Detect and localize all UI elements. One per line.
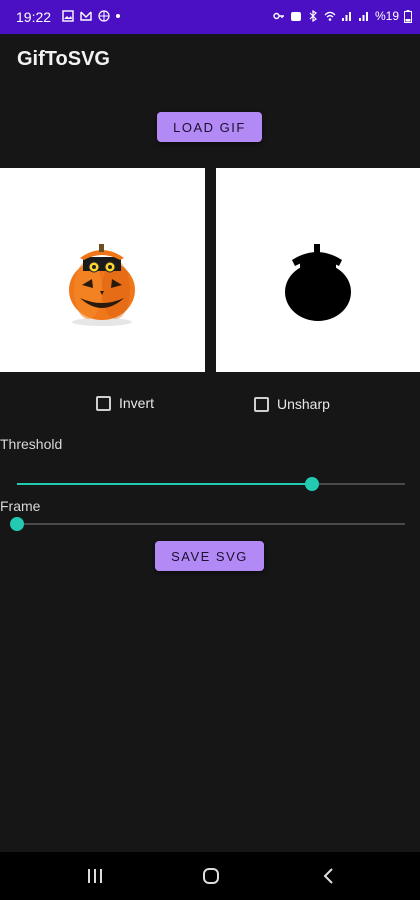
save-svg-button[interactable]: SAVE SVG bbox=[155, 541, 264, 571]
jack-o-lantern-image bbox=[69, 244, 135, 326]
frame-slider-thumb[interactable] bbox=[10, 517, 24, 531]
battery-icon bbox=[404, 9, 412, 23]
svg-output-preview bbox=[216, 168, 420, 372]
system-nav-bar bbox=[0, 852, 420, 900]
back-icon[interactable] bbox=[322, 867, 334, 885]
unsharp-checkbox[interactable] bbox=[254, 396, 269, 412]
home-icon[interactable] bbox=[202, 867, 220, 885]
invert-checkbox[interactable] bbox=[96, 395, 111, 411]
mail-icon bbox=[80, 11, 92, 21]
wifi-icon bbox=[324, 11, 336, 21]
globe-icon bbox=[98, 10, 110, 22]
unsharp-label: Unsharp bbox=[277, 396, 330, 412]
gallery-icon bbox=[62, 10, 74, 22]
frame-label: Frame bbox=[0, 498, 41, 514]
notification-icons bbox=[62, 10, 120, 22]
invert-label: Invert bbox=[119, 395, 155, 411]
signal-2-icon bbox=[358, 12, 368, 21]
system-icons: %19 bbox=[273, 9, 412, 23]
battery-text: %19 bbox=[374, 9, 399, 23]
recent-apps-icon[interactable] bbox=[86, 868, 104, 884]
bluetooth-icon bbox=[309, 10, 317, 22]
signal-icon bbox=[341, 12, 351, 21]
load-gif-button[interactable]: LOAD GIF bbox=[157, 112, 262, 142]
silhouette-image bbox=[285, 244, 351, 321]
invert-option[interactable]: Invert bbox=[96, 395, 154, 411]
status-time: 19:22 bbox=[16, 9, 52, 25]
alarm-icon bbox=[290, 12, 301, 21]
threshold-label: Threshold bbox=[0, 436, 63, 452]
threshold-slider[interactable] bbox=[17, 477, 405, 491]
app-title: GifToSVG bbox=[17, 48, 110, 70]
frame-slider[interactable] bbox=[10, 517, 405, 531]
key-icon bbox=[273, 12, 284, 20]
threshold-slider-fill bbox=[17, 483, 312, 485]
status-bar: 19:22 %19 bbox=[0, 0, 420, 34]
original-gif-preview bbox=[0, 168, 205, 372]
unsharp-option[interactable]: Unsharp bbox=[254, 396, 330, 412]
threshold-slider-thumb[interactable] bbox=[304, 477, 319, 491]
dot-icon bbox=[116, 14, 120, 18]
